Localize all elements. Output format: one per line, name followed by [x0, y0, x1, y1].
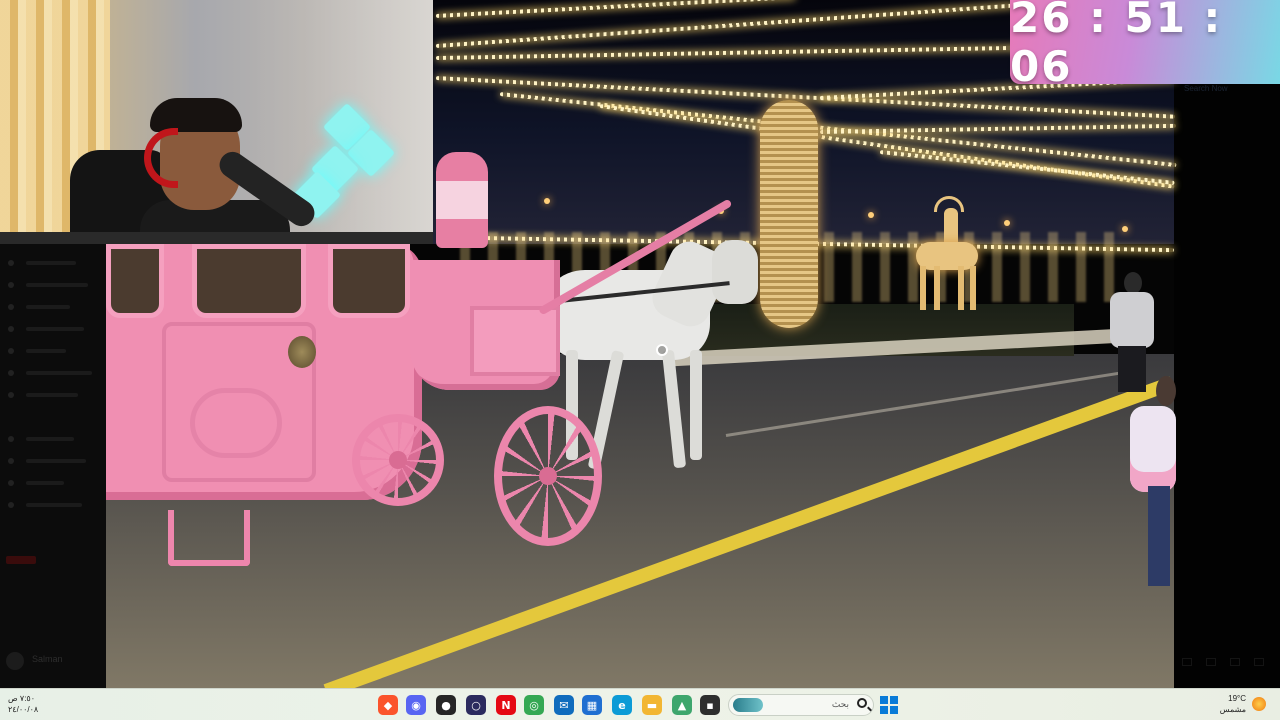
carriage-crest [190, 388, 282, 458]
background-app-row[interactable] [8, 434, 98, 444]
horse-head [712, 240, 758, 304]
taskbar-search-box[interactable]: بحث [728, 694, 874, 716]
background-app-row[interactable] [8, 390, 98, 400]
background-app-username: Salman [32, 654, 63, 664]
street-lamp [1004, 220, 1010, 226]
mouse-cursor [656, 344, 668, 356]
desktop-screen: Salman Search Now 26: 51: 06 ٧:٥٠ ص ٢٤… [0, 0, 1280, 720]
carriage-window [192, 244, 306, 318]
countdown-timer: 26 : 51 : 06 [1010, 0, 1280, 91]
street-lamp [1122, 226, 1128, 232]
deer-light-sculpture [910, 196, 984, 312]
file-explorer-icon[interactable]: ▬ [642, 695, 662, 715]
weather-temp: 19°C [1228, 694, 1246, 703]
mail-icon[interactable]: ✉ [554, 695, 574, 715]
carriage-rear-wheel [352, 414, 444, 506]
background-app-row[interactable] [8, 456, 98, 466]
streaming-app-icon[interactable]: ○ [466, 695, 486, 715]
panel-control[interactable] [1182, 658, 1192, 666]
background-app-row[interactable] [8, 500, 98, 510]
panel-control[interactable] [1254, 658, 1264, 666]
background-app-sidebar: Salman [0, 244, 106, 688]
search-icon [857, 698, 867, 708]
background-app-row[interactable] [8, 258, 98, 268]
search-highlight-icon [733, 698, 763, 712]
taskbar: ٧:٥٠ ص ٢٤/٠٠/٠٨ ◆ ◉ ● ○ N ◎ ✉ ▦ e ▬ ▲ ▪ بحث 19°C مش… [0, 688, 1280, 720]
surfboard-light-sculpture [760, 100, 818, 328]
clock-time: ٧:٥٠ ص [8, 694, 36, 703]
carriage-lantern [436, 152, 488, 248]
avatar [6, 652, 24, 670]
child-pedestrian [1130, 376, 1176, 586]
background-app-row[interactable] [8, 346, 98, 356]
taskbar-weather[interactable]: 19°C مشمس [1220, 693, 1246, 715]
edge-icon[interactable]: e [612, 695, 632, 715]
background-app-row[interactable] [8, 280, 98, 290]
weather-condition: مشمس [1219, 705, 1246, 714]
background-app-alert-bar [6, 556, 36, 564]
background-app-row[interactable] [8, 324, 98, 334]
timer-display: 26 : 51 : 06 [1010, 0, 1223, 91]
panel-control[interactable] [1206, 658, 1216, 666]
windows-start-icon[interactable] [880, 696, 898, 714]
clock-date: ٢٤/٠٠/٠٨ [8, 705, 39, 714]
photos-app-icon[interactable]: ▲ [672, 695, 692, 715]
background-app-row[interactable] [8, 478, 98, 488]
background-app-row[interactable] [8, 368, 98, 378]
store-icon[interactable]: ▦ [582, 695, 602, 715]
brave-icon[interactable]: ◆ [378, 695, 398, 715]
carriage-seat-back [470, 306, 560, 376]
sun-icon [1252, 697, 1266, 711]
webcam-overlay [0, 0, 433, 244]
chrome-icon[interactable]: ◎ [524, 695, 544, 715]
carriage-front-wheel [494, 406, 602, 546]
background-app-right-panel: Search Now [1174, 84, 1280, 688]
carriage-window [106, 244, 164, 318]
horse-leg [690, 350, 702, 460]
streamer-hair [150, 98, 242, 132]
street-lamp [544, 198, 550, 204]
desk [0, 232, 433, 244]
background-app-row[interactable] [8, 302, 98, 312]
background-app-user-panel[interactable]: Salman [6, 650, 102, 672]
discord-icon[interactable]: ◉ [406, 695, 426, 715]
obs-icon[interactable]: ● [436, 695, 456, 715]
search-placeholder: بحث [831, 699, 849, 709]
carriage-step [168, 510, 250, 566]
pedestrian [1110, 272, 1154, 392]
carriage-handle [288, 336, 316, 368]
carriage-window [328, 244, 410, 318]
street-lamp [868, 212, 874, 218]
taskbar-clock[interactable]: ٧:٥٠ ص ٢٤/٠٠/٠٨ [8, 693, 38, 715]
netflix-icon[interactable]: N [496, 695, 516, 715]
panel-control[interactable] [1230, 658, 1240, 666]
terminal-icon[interactable]: ▪ [700, 695, 720, 715]
